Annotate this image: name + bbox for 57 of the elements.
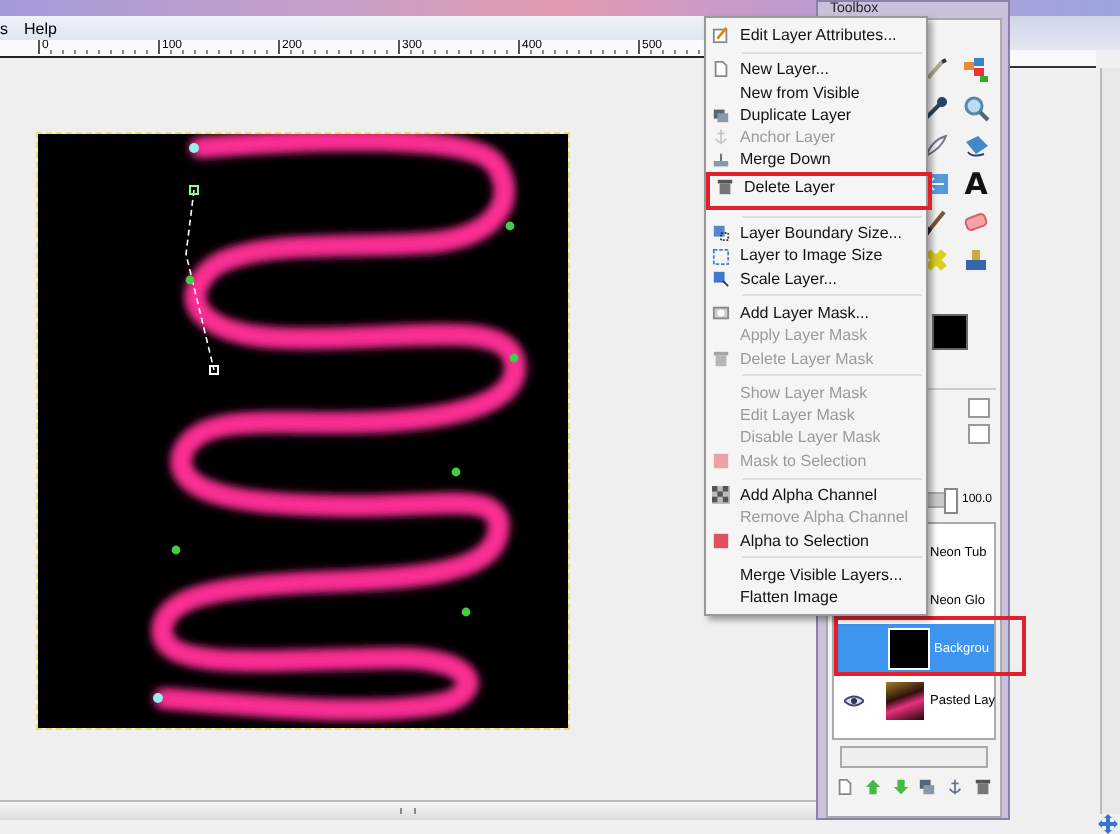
move-icon[interactable]: [1098, 814, 1118, 834]
resize-icon: [712, 224, 730, 243]
eye-icon[interactable]: [844, 693, 864, 707]
scale-icon: [712, 269, 730, 288]
pen-icon[interactable]: [922, 131, 950, 159]
blocks-icon[interactable]: [962, 55, 990, 83]
trash-icon: [716, 177, 734, 196]
duplicate-icon: [712, 106, 730, 125]
menu-item[interactable]: s: [0, 19, 12, 37]
anchor-icon: [712, 128, 730, 147]
menu-item[interactable]: Flatten Image: [706, 586, 926, 610]
square-icon: [712, 531, 730, 550]
edit-icon: [712, 26, 730, 45]
checker-icon: [712, 486, 730, 505]
menu-item[interactable]: Scale Layer...: [706, 267, 926, 290]
menu-item[interactable]: Help: [20, 19, 61, 37]
menu-item[interactable]: Layer to Image Size: [706, 244, 926, 268]
page-icon: [712, 60, 730, 79]
mask-icon: [712, 304, 730, 323]
menu-item[interactable]: Delete Layer: [710, 175, 928, 199]
page-icon[interactable]: [836, 777, 855, 795]
down-arrow-icon[interactable]: [891, 777, 910, 795]
menu-item[interactable]: Layer Boundary Size...: [706, 222, 926, 245]
bucket-icon[interactable]: [962, 131, 990, 159]
vertical-scrollbar[interactable]: [1100, 68, 1120, 814]
cross-icon[interactable]: [922, 245, 950, 273]
toolbar: [1010, 16, 1120, 50]
eraser-icon[interactable]: [962, 207, 990, 235]
mode-dropdown[interactable]: [968, 424, 990, 444]
frame-icon: [712, 247, 730, 266]
text-tool[interactable]: A: [964, 169, 988, 197]
stamp-icon[interactable]: [962, 245, 990, 273]
menu-item[interactable]: Add Layer Mask...: [706, 301, 926, 325]
menu-item[interactable]: Duplicate Layer: [706, 103, 926, 127]
square-icon: [712, 451, 730, 470]
dock-tab-button[interactable]: [968, 398, 990, 418]
duplicate-icon[interactable]: [918, 777, 937, 795]
horizontal-scrollbar[interactable]: [0, 800, 816, 820]
color-swatch[interactable]: [932, 314, 968, 350]
slider-thumb[interactable]: [943, 488, 958, 514]
trash-icon[interactable]: [973, 777, 992, 795]
menu-item[interactable]: Add Alpha Channel: [706, 484, 926, 507]
menu-item[interactable]: New Layer...: [706, 58, 926, 82]
up-arrow-icon[interactable]: [863, 777, 882, 795]
search-icon[interactable]: [962, 93, 990, 121]
menu-item[interactable]: Merge Down: [706, 148, 926, 172]
eyedropper-icon[interactable]: [922, 93, 950, 121]
trash-icon: [712, 349, 730, 368]
brush-icon[interactable]: [922, 55, 950, 83]
anchor-icon[interactable]: [945, 777, 964, 795]
menu-item[interactable]: Alpha to Selection: [706, 529, 926, 552]
merge-icon: [712, 151, 730, 170]
horizontal-scrollbar[interactable]: [840, 746, 988, 768]
layer-thumbnail: [884, 679, 926, 721]
layer-thumbnail: [888, 627, 930, 669]
menu-item[interactable]: New from Visible: [706, 81, 926, 104]
menu-item[interactable]: Merge Visible Layers...: [706, 563, 926, 587]
